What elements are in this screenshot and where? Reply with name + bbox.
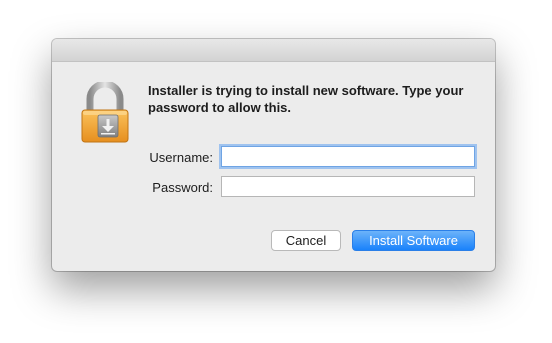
dialog-titlebar[interactable]	[52, 39, 495, 62]
password-field[interactable]	[221, 176, 475, 197]
username-label: Username:	[149, 150, 213, 165]
auth-dialog: Installer is trying to install new softw…	[52, 39, 495, 271]
install-software-button[interactable]: Install Software	[352, 230, 475, 251]
username-field[interactable]	[221, 146, 475, 167]
password-label: Password:	[152, 180, 213, 195]
lock-icon	[81, 82, 129, 143]
cancel-button[interactable]: Cancel	[271, 230, 341, 251]
dialog-message: Installer is trying to install new softw…	[148, 83, 464, 115]
